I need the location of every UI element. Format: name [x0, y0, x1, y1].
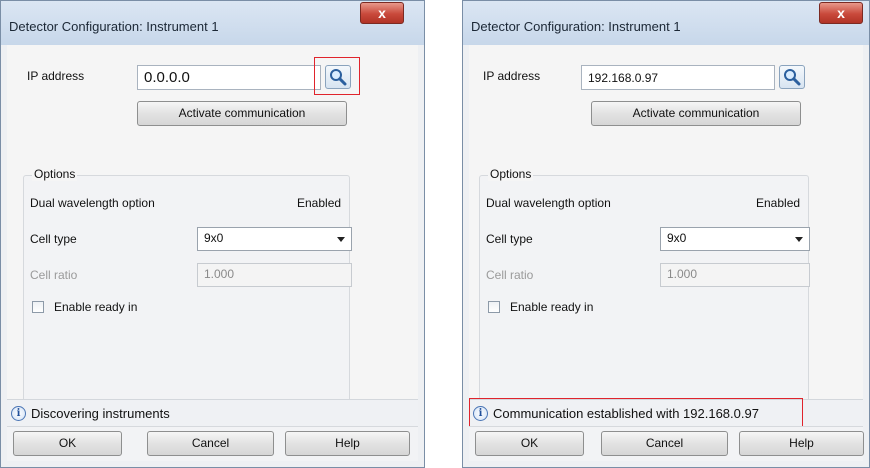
window-title: Detector Configuration: Instrument 1	[9, 19, 219, 34]
enable-ready-in-checkbox[interactable]	[32, 301, 44, 313]
button-bar: OK Cancel Help	[469, 426, 864, 461]
title-bar[interactable]: Detector Configuration: Instrument 1 x	[1, 1, 424, 45]
dual-wavelength-value: Enabled	[297, 196, 342, 210]
close-icon: x	[837, 5, 845, 21]
info-icon: i	[11, 406, 26, 421]
cell-ratio-field: 1.000	[660, 263, 810, 287]
options-group-title: Options	[32, 167, 78, 181]
window-title: Detector Configuration: Instrument 1	[471, 19, 681, 34]
enable-ready-in-checkbox[interactable]	[488, 301, 500, 313]
status-text: Communication established with 192.168.0…	[493, 406, 759, 421]
close-button[interactable]: x	[819, 2, 863, 24]
status-text: Discovering instruments	[31, 406, 170, 421]
cancel-button[interactable]: Cancel	[147, 431, 274, 456]
magnifier-icon	[784, 69, 801, 86]
ip-address-label: IP address	[483, 69, 541, 83]
enable-ready-in-label: Enable ready in	[54, 300, 138, 314]
dialog-client-area: IP address Activate communication Option…	[7, 45, 418, 461]
ip-address-input[interactable]	[137, 65, 321, 90]
status-bar: i Discovering instruments	[7, 399, 418, 428]
dual-wavelength-label: Dual wavelength option	[486, 196, 611, 210]
cell-type-select[interactable]: 9x0	[197, 227, 352, 251]
chevron-down-icon	[337, 237, 345, 242]
info-icon: i	[473, 406, 488, 421]
cell-type-label: Cell type	[30, 232, 77, 246]
button-bar: OK Cancel Help	[7, 426, 418, 461]
title-bar[interactable]: Detector Configuration: Instrument 1 x	[463, 1, 869, 45]
dual-wavelength-value: Enabled	[756, 196, 801, 210]
activate-communication-button[interactable]: Activate communication	[137, 101, 347, 126]
options-group-title: Options	[488, 167, 534, 181]
dialog-right: Detector Configuration: Instrument 1 x I…	[462, 0, 870, 468]
dialog-client-area: IP address Activate communication Option…	[469, 45, 864, 461]
close-button[interactable]: x	[360, 2, 404, 24]
search-instruments-button[interactable]	[779, 65, 805, 89]
ip-address-label: IP address	[27, 69, 85, 83]
ip-address-input[interactable]	[581, 65, 775, 90]
search-instruments-button[interactable]	[325, 65, 351, 89]
close-icon: x	[378, 5, 386, 21]
cell-ratio-field: 1.000	[197, 263, 352, 287]
cell-type-select[interactable]: 9x0	[660, 227, 810, 251]
cell-ratio-label: Cell ratio	[486, 268, 534, 282]
dual-wavelength-label: Dual wavelength option	[30, 196, 155, 210]
options-group: Options Dual wavelength option Enabled C…	[479, 167, 810, 403]
magnifier-icon	[330, 69, 347, 86]
options-group: Options Dual wavelength option Enabled C…	[23, 167, 352, 403]
ok-button[interactable]: OK	[13, 431, 122, 456]
status-bar: i Communication established with 192.168…	[469, 398, 863, 428]
activate-communication-button[interactable]: Activate communication	[591, 101, 801, 126]
dialog-left: Detector Configuration: Instrument 1 x I…	[0, 0, 425, 468]
cell-type-label: Cell type	[486, 232, 533, 246]
enable-ready-in-label: Enable ready in	[510, 300, 594, 314]
chevron-down-icon	[795, 237, 803, 242]
cancel-button[interactable]: Cancel	[601, 431, 728, 456]
ok-button[interactable]: OK	[475, 431, 584, 456]
help-button[interactable]: Help	[739, 431, 864, 456]
help-button[interactable]: Help	[285, 431, 410, 456]
cell-ratio-label: Cell ratio	[30, 268, 78, 282]
